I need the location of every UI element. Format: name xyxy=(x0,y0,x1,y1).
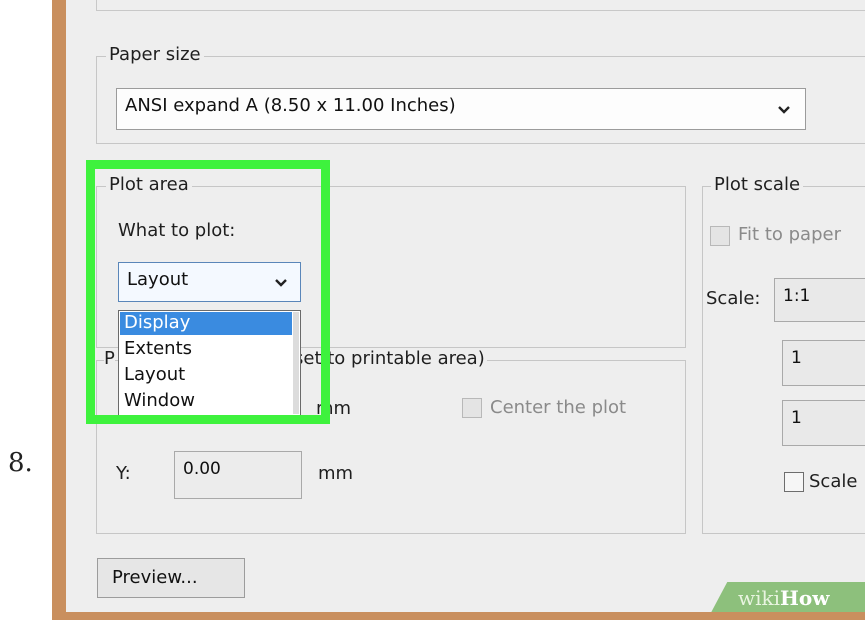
chevron-down-icon xyxy=(775,101,793,119)
y-offset-unit: mm xyxy=(318,463,354,484)
preview-button[interactable]: Preview... xyxy=(97,558,245,598)
scale-input[interactable]: 1:1 xyxy=(774,278,865,322)
scale-lineweights-label: Scale xyxy=(809,471,858,492)
y-offset-label: Y: xyxy=(116,463,131,484)
scale-value: 1:1 xyxy=(783,286,811,306)
step-number: 8. xyxy=(8,448,33,478)
watermark-how: How xyxy=(780,586,830,610)
fit-to-paper-label: Fit to paper xyxy=(738,224,841,245)
page-setup-dialog: Paper size ANSI expand A (8.50 x 11.00 I… xyxy=(66,0,865,612)
center-plot-label: Center the plot xyxy=(490,397,627,418)
paper-size-title: Paper size xyxy=(106,44,204,65)
scale-label: Scale: xyxy=(706,288,761,309)
watermark-wiki: wiki xyxy=(738,586,781,610)
scale-lineweights-checkbox[interactable] xyxy=(784,472,804,492)
scale-value-1-input[interactable]: 1 xyxy=(782,340,865,386)
scale-value-1: 1 xyxy=(791,348,802,368)
wikihow-watermark: wikiHow xyxy=(738,586,829,610)
scale-value-2: 1 xyxy=(791,408,802,428)
paper-size-dropdown[interactable]: ANSI expand A (8.50 x 11.00 Inches) xyxy=(116,88,806,130)
center-plot-checkbox[interactable] xyxy=(462,398,482,418)
y-offset-input[interactable]: 0.00 xyxy=(174,451,302,499)
top-group-border xyxy=(96,0,865,11)
preview-button-label: Preview... xyxy=(112,567,198,588)
fit-to-paper-checkbox[interactable] xyxy=(710,226,730,246)
y-offset-value: 0.00 xyxy=(183,459,221,479)
scale-value-2-input[interactable]: 1 xyxy=(782,400,865,446)
paper-size-value: ANSI expand A (8.50 x 11.00 Inches) xyxy=(125,95,456,116)
plot-scale-title: Plot scale xyxy=(711,174,804,195)
highlight-box xyxy=(86,160,330,424)
